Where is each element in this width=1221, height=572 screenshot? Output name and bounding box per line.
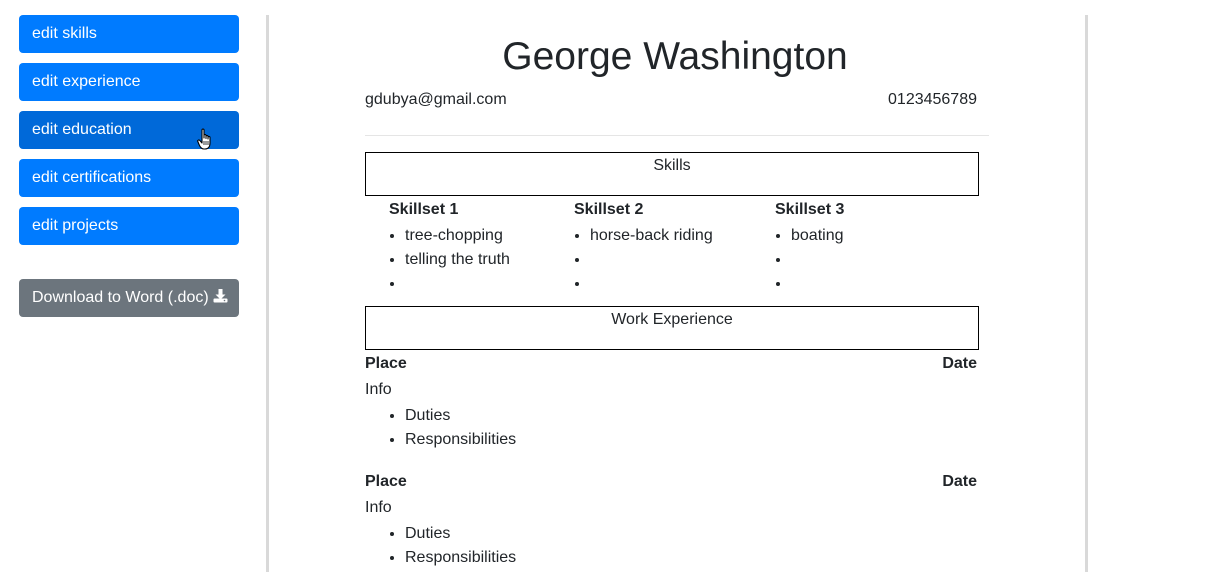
hand-pointer-icon (197, 128, 211, 150)
email-text: gdubya@gmail.com (365, 91, 507, 108)
job-place: Place (365, 473, 407, 490)
resume-content: George Washington gdubya@gmail.com 01234… (365, 15, 989, 570)
skill-list: horse-back riding (574, 224, 775, 296)
job-date: Date (942, 473, 977, 490)
experience-heading: Work Experience (365, 306, 979, 350)
skill-item (791, 272, 955, 296)
download-word-button[interactable]: Download to Word (.doc) (19, 279, 239, 317)
job-place: Place (365, 355, 407, 372)
edit-projects-button[interactable]: edit projects (19, 207, 239, 245)
resume-page: George Washington gdubya@gmail.com 01234… (266, 15, 1088, 572)
skill-item (405, 272, 574, 296)
phone-text: 0123456789 (888, 91, 977, 108)
job-duty-item: Responsibilities (405, 546, 977, 570)
download-word-label: Download to Word (.doc) (32, 289, 209, 306)
skill-item (791, 248, 955, 272)
sidebar: edit skills edit experience edit educati… (19, 15, 239, 327)
job-date: Date (942, 355, 977, 372)
job-duty-item: Responsibilities (405, 428, 977, 452)
job-duty-item: Duties (405, 522, 977, 546)
contact-row: gdubya@gmail.com 0123456789 (365, 90, 977, 110)
job-header: Place Date (365, 354, 977, 374)
skills-heading: Skills (365, 152, 979, 196)
edit-experience-button[interactable]: edit experience (19, 63, 239, 101)
edit-skills-button[interactable]: edit skills (19, 15, 239, 53)
skill-item: tree-chopping (405, 224, 574, 248)
job-entry: Place Date Info Duties Responsibilities (365, 354, 977, 452)
job-duty-item: Duties (405, 404, 977, 428)
job-duties-list: Duties Responsibilities (365, 522, 977, 570)
skill-item: horse-back riding (590, 224, 775, 248)
skill-item: telling the truth (405, 248, 574, 272)
resume-name: George Washington (502, 35, 848, 78)
edit-education-label: edit education (32, 121, 132, 138)
skill-item (590, 272, 775, 296)
skill-list: tree-chopping telling the truth (389, 224, 574, 296)
edit-certifications-button[interactable]: edit certifications (19, 159, 239, 197)
skillset: Skillset 2 horse-back riding (574, 200, 775, 296)
download-icon (213, 289, 228, 303)
skillset-title: Skillset 2 (574, 201, 644, 218)
skillset: Skillset 3 boating (775, 200, 955, 296)
skillset: Skillset 1 tree-chopping telling the tru… (365, 200, 574, 296)
job-entry: Place Date Info Duties Responsibilities (365, 472, 977, 570)
skill-item (590, 248, 775, 272)
divider (365, 135, 989, 136)
skill-list: boating (775, 224, 955, 296)
skillset-title: Skillset 1 (389, 201, 459, 218)
job-header: Place Date (365, 472, 977, 492)
skill-item: boating (791, 224, 955, 248)
skillset-title: Skillset 3 (775, 201, 845, 218)
job-info: Info (365, 381, 392, 398)
job-info: Info (365, 499, 392, 516)
job-duties-list: Duties Responsibilities (365, 404, 977, 452)
skills-section: Skillset 1 tree-chopping telling the tru… (365, 200, 989, 296)
edit-education-button[interactable]: edit education (19, 111, 239, 150)
